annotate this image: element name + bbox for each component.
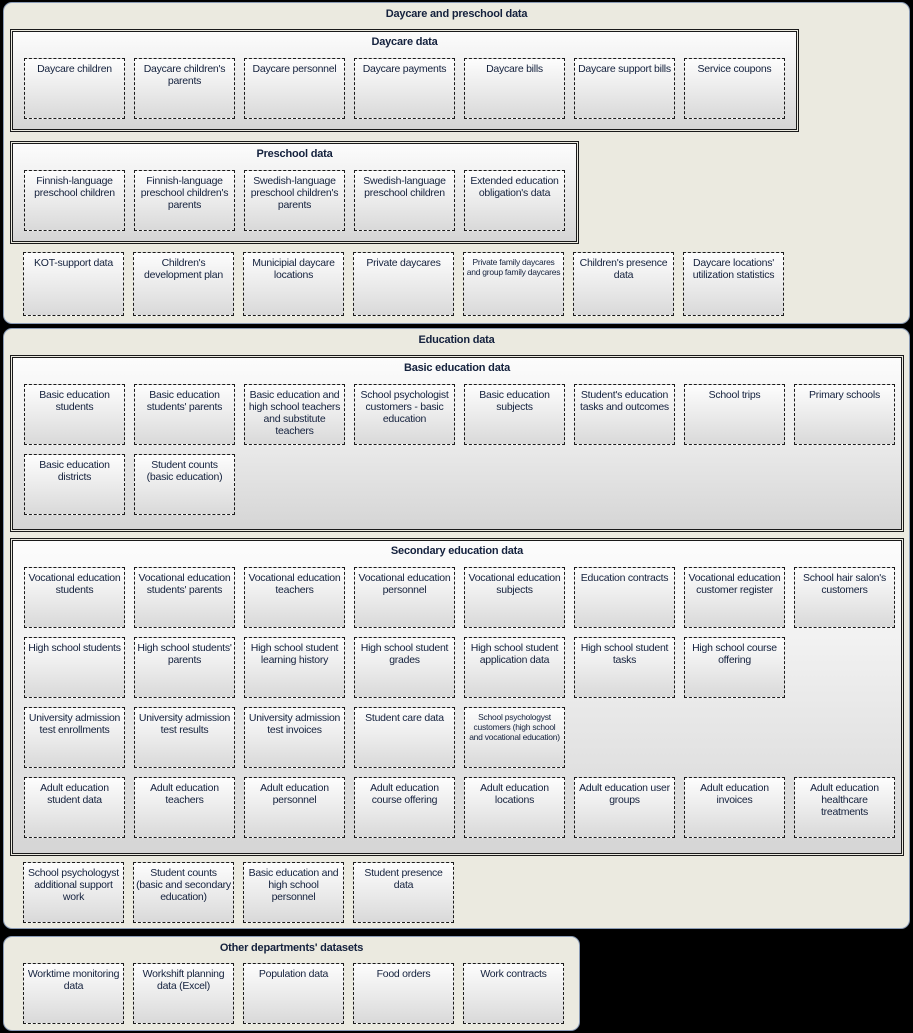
dataset-box[interactable]: Food orders	[353, 963, 454, 1024]
dataset-box[interactable]: Workshift planning data (Excel)	[133, 963, 234, 1024]
dataset-box[interactable]: Vocational education students' parents	[134, 567, 235, 628]
panel-secondary-education-data: Secondary education data Vocational educ…	[10, 538, 904, 856]
panel-title-secondary-education-data: Secondary education data	[390, 545, 524, 557]
dataset-box[interactable]: Finnish-language preschool children	[24, 170, 125, 231]
group-title-other-departments: Other departments' datasets	[219, 942, 364, 954]
dataset-box[interactable]: Daycare support bills	[574, 58, 675, 119]
dataset-box[interactable]: Adult education invoices	[684, 777, 785, 838]
dataset-box[interactable]: Daycare payments	[354, 58, 455, 119]
dataset-box[interactable]: Adult education user groups	[574, 777, 675, 838]
panel-daycare-data: Daycare data Daycare children Daycare ch…	[10, 29, 799, 132]
panel-basic-education-data: Basic education data Basic education stu…	[10, 355, 904, 532]
dataset-box[interactable]: Basic education and high school personne…	[243, 862, 344, 923]
panel-title-preschool-data: Preschool data	[256, 148, 333, 160]
dataset-box[interactable]: Daycare children's parents	[134, 58, 235, 119]
dataset-box[interactable]: KOT-support data	[23, 252, 124, 316]
dataset-box[interactable]: Student counts (basic education)	[134, 454, 235, 515]
dataset-box[interactable]: High school course offering	[684, 637, 785, 698]
dataset-box[interactable]: Municipial daycare locations	[243, 252, 344, 316]
dataset-box[interactable]: Daycare personnel	[244, 58, 345, 119]
dataset-box[interactable]: High school student learning history	[244, 637, 345, 698]
dataset-box[interactable]: Student counts (basic and secondary educ…	[133, 862, 234, 923]
dataset-box[interactable]: Population data	[243, 963, 344, 1024]
dataset-box[interactable]: Student presence data	[353, 862, 454, 923]
dataset-box[interactable]: Basic education districts	[24, 454, 125, 515]
dataset-box[interactable]: School psychologyst customers (high scho…	[464, 707, 565, 768]
panel-title-basic-education-data: Basic education data	[403, 362, 511, 374]
dataset-box[interactable]: School psychologyst additional support w…	[23, 862, 124, 923]
dataset-box[interactable]: Private family daycares and group family…	[463, 252, 564, 316]
dataset-box[interactable]: University admission test invoices	[244, 707, 345, 768]
dataset-box[interactable]: Worktime monitoring data	[23, 963, 124, 1024]
dataset-box[interactable]: Daycare children	[24, 58, 125, 119]
dataset-box[interactable]: Extended education obligation's data	[464, 170, 565, 231]
dataset-box[interactable]: Adult education locations	[464, 777, 565, 838]
group-title-daycare-preschool: Daycare and preschool data	[385, 8, 528, 20]
dataset-box[interactable]: Vocational education customer register	[684, 567, 785, 628]
dataset-box[interactable]: Basic education students	[24, 384, 125, 445]
dataset-box[interactable]: Basic education subjects	[464, 384, 565, 445]
dataset-box[interactable]: Education contracts	[574, 567, 675, 628]
dataset-box[interactable]: School trips	[684, 384, 785, 445]
diagram-canvas: Daycare and preschool data Daycare data …	[0, 0, 913, 1033]
group-other-departments: Other departments' datasets Worktime mon…	[3, 936, 580, 1031]
dataset-box[interactable]: Vocational education teachers	[244, 567, 345, 628]
dataset-box[interactable]: High school students' parents	[134, 637, 235, 698]
group-education-data: Education data Basic education data Basi…	[3, 328, 910, 929]
dataset-box[interactable]: High school student grades	[354, 637, 455, 698]
panel-preschool-data: Preschool data Finnish-language preschoo…	[10, 141, 579, 244]
dataset-box[interactable]: Student care data	[354, 707, 455, 768]
dataset-box[interactable]: Children's presence data	[573, 252, 674, 316]
dataset-box[interactable]: Vocational education subjects	[464, 567, 565, 628]
dataset-box[interactable]: Service coupons	[684, 58, 785, 119]
dataset-box[interactable]: School hair salon's customers	[794, 567, 895, 628]
dataset-box[interactable]: Swedish-language preschool children's pa…	[244, 170, 345, 231]
dataset-box[interactable]: University admission test results	[134, 707, 235, 768]
dataset-box[interactable]: Vocational education personnel	[354, 567, 455, 628]
dataset-box[interactable]: Basic education students' parents	[134, 384, 235, 445]
dataset-box[interactable]: Student's education tasks and outcomes	[574, 384, 675, 445]
group-title-education-data: Education data	[418, 334, 495, 346]
dataset-box[interactable]: Daycare locations' utilization statistic…	[683, 252, 784, 316]
dataset-box[interactable]: University admission test enrollments	[24, 707, 125, 768]
dataset-box[interactable]: High school student tasks	[574, 637, 675, 698]
dataset-box[interactable]: Adult education healthcare treatments	[794, 777, 895, 838]
dataset-box[interactable]: Adult education course offering	[354, 777, 455, 838]
dataset-box[interactable]: High school students	[24, 637, 125, 698]
dataset-box[interactable]: Private daycares	[353, 252, 454, 316]
dataset-box[interactable]: Primary schools	[794, 384, 895, 445]
group-daycare-preschool: Daycare and preschool data Daycare data …	[3, 2, 910, 324]
dataset-box[interactable]: High school student application data	[464, 637, 565, 698]
dataset-box[interactable]: Swedish-language preschool children	[354, 170, 455, 231]
dataset-box[interactable]: Adult education personnel	[244, 777, 345, 838]
panel-title-daycare-data: Daycare data	[371, 36, 438, 48]
dataset-box[interactable]: Children's development plan	[133, 252, 234, 316]
dataset-box[interactable]: Adult education teachers	[134, 777, 235, 838]
dataset-box[interactable]: Adult education student data	[24, 777, 125, 838]
dataset-box[interactable]: Finnish-language preschool children's pa…	[134, 170, 235, 231]
dataset-box[interactable]: Work contracts	[463, 963, 564, 1024]
dataset-box[interactable]: School psychologist customers - basic ed…	[354, 384, 455, 445]
dataset-box[interactable]: Vocational education students	[24, 567, 125, 628]
dataset-box[interactable]: Basic education and high school teachers…	[244, 384, 345, 445]
dataset-box[interactable]: Daycare bills	[464, 58, 565, 119]
